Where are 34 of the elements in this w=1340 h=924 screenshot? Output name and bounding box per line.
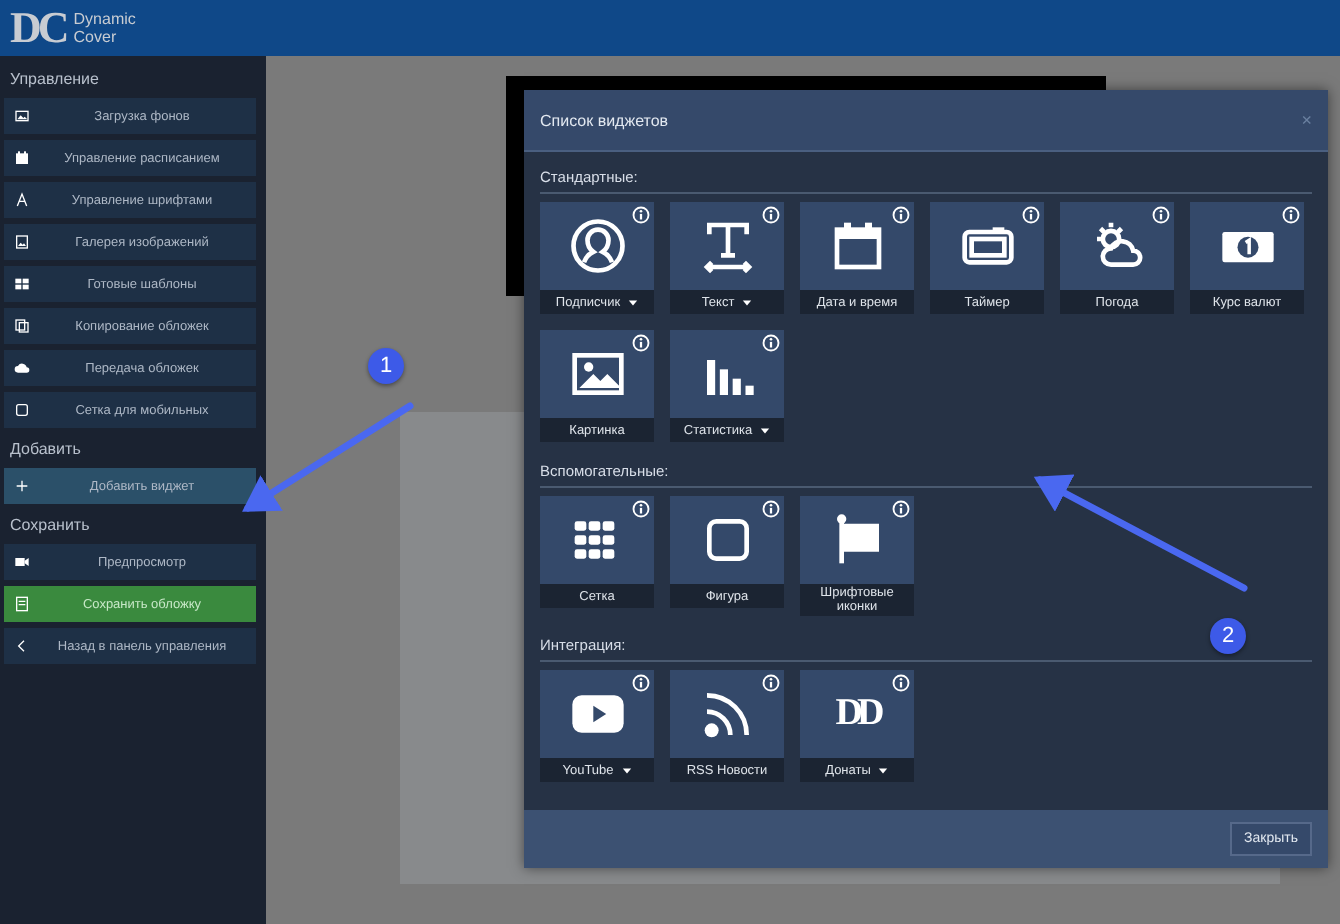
user-icon [569,218,625,274]
section-heading: Добавить [8,438,83,462]
info-icon [1282,206,1300,224]
info-icon [632,206,650,224]
font-icon [14,192,30,208]
square-icon [14,402,30,418]
text-icon [699,218,755,274]
info-icon [762,334,780,352]
image-icon [14,108,30,124]
document-icon [14,596,30,612]
info-icon [762,674,780,692]
chevron-left-icon [14,638,30,654]
section-heading: Сохранить [8,514,92,538]
widget-logo: DD [835,692,879,736]
info-icon [632,674,650,692]
info-icon [892,674,910,692]
info-icon [1152,206,1170,224]
copy-icon [14,318,30,334]
calendar-icon [14,150,30,166]
info-icon [892,500,910,518]
info-icon [1022,206,1040,224]
plus-icon [14,478,30,494]
info-icon [762,500,780,518]
video-camera-icon [14,554,30,570]
dialog-title: Список виджетов [540,111,669,129]
info-icon [762,206,780,224]
calendar-icon [829,218,885,274]
cloud-icon [14,360,30,376]
picture-icon [14,234,30,250]
info-icon [632,334,650,352]
section-heading: Управление [8,68,101,92]
info-icon [892,206,910,224]
grid-icon [14,276,30,292]
info-icon [632,500,650,518]
